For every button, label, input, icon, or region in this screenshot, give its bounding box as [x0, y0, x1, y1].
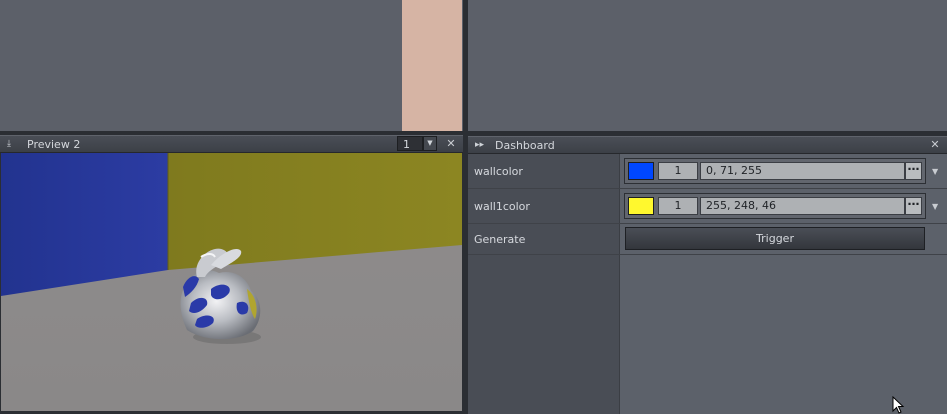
expand-arrows-icon[interactable]: ▸▸ — [475, 138, 485, 152]
color-swatch-wall1color[interactable] — [628, 197, 654, 215]
render-viewport[interactable] — [1, 153, 462, 411]
chevron-down-icon[interactable]: ▼ — [932, 167, 942, 177]
color-swatch-wallcolor[interactable] — [628, 162, 654, 180]
ellipsis-button[interactable]: ⋯ — [905, 197, 922, 215]
param-row-wall1color: wall1color 1 255, 248, 46 ⋯ ▼ — [468, 189, 947, 224]
param-row-wallcolor: wallcolor 1 0, 71, 255 ⋯ ▼ — [468, 154, 947, 189]
param-label: wallcolor — [474, 165, 523, 178]
color-strip — [402, 0, 462, 131]
top-left-panel — [0, 0, 463, 131]
dashboard-titlebar: ▸▸ Dashboard ✕ — [468, 136, 947, 154]
preview-titlebar: ⤓ Preview 2 1 ▼ ✕ — [0, 135, 463, 153]
dashboard-panel: wallcolor 1 0, 71, 255 ⋯ ▼ wall1color 1 … — [468, 154, 947, 414]
close-icon[interactable]: ✕ — [927, 137, 943, 153]
rgb-value-field[interactable]: 255, 248, 46 — [700, 197, 905, 215]
ellipsis-button[interactable]: ⋯ — [905, 162, 922, 180]
rendered-scene — [1, 153, 462, 411]
param-label: Generate — [474, 233, 526, 246]
spin-field[interactable]: 1 — [658, 162, 698, 180]
top-right-panel — [468, 0, 947, 131]
spin-field[interactable]: 1 — [658, 197, 698, 215]
chevron-down-icon[interactable]: ▼ — [932, 202, 942, 212]
preview-number-field[interactable]: 1 — [397, 136, 423, 151]
close-icon[interactable]: ✕ — [443, 136, 459, 152]
collapse-arrow-icon[interactable]: ⤓ — [7, 137, 17, 151]
param-label: wall1color — [474, 200, 530, 213]
preview-title: Preview 2 — [27, 138, 81, 151]
dashboard-title: Dashboard — [495, 139, 555, 152]
trigger-button[interactable]: Trigger — [625, 227, 925, 250]
param-row-generate: Generate Trigger — [468, 224, 947, 255]
mouse-pointer-icon — [892, 396, 905, 414]
rgb-value-field[interactable]: 0, 71, 255 — [700, 162, 905, 180]
chevron-down-icon[interactable]: ▼ — [423, 136, 437, 151]
